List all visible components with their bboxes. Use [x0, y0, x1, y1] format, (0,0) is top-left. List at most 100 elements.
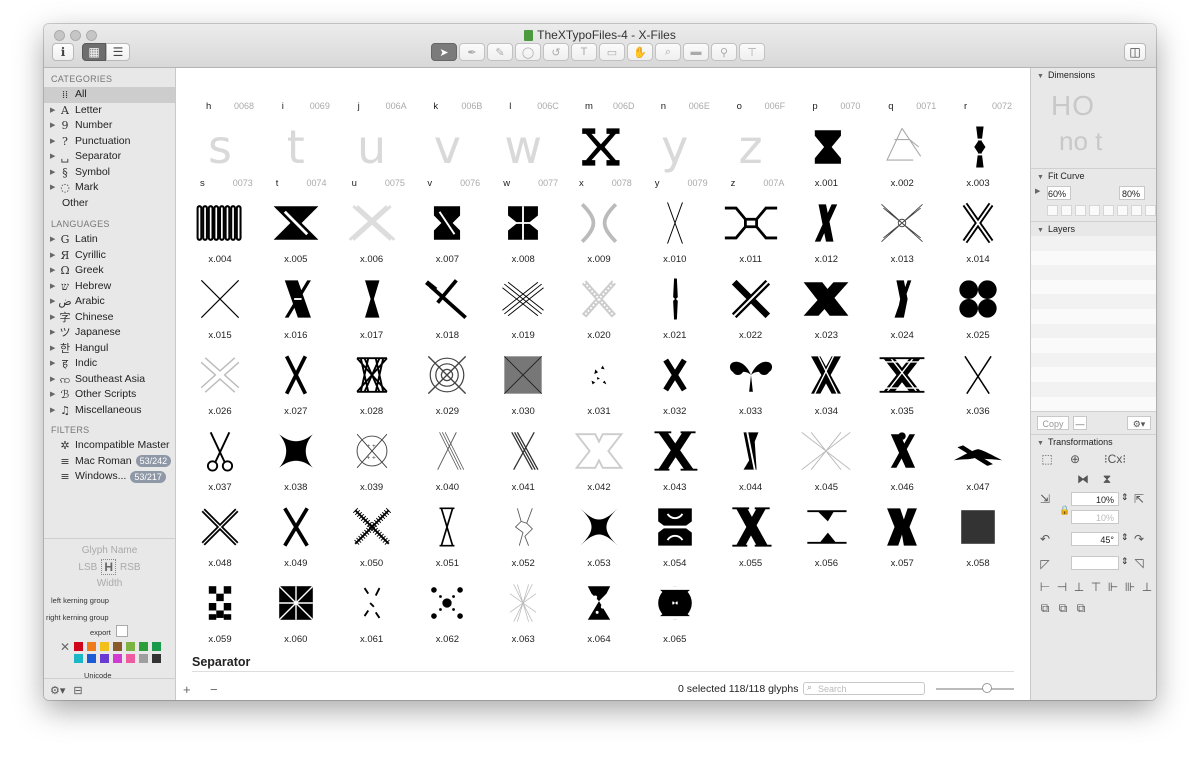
hand-tool[interactable]: ✋ — [627, 43, 653, 61]
glyph-name-label[interactable]: o — [737, 101, 742, 112]
glyph-cell[interactable]: x.010 — [637, 194, 713, 270]
scale-down-icon[interactable]: ⇲ — [1037, 491, 1053, 507]
glyph-cell[interactable]: x.034 — [788, 346, 864, 422]
width-field[interactable]: Width — [44, 578, 175, 589]
glyph-cell[interactable]: y y 0079 — [637, 118, 713, 194]
glyph-cell[interactable]: x.002 — [864, 118, 940, 194]
sidebar-item-indic[interactable]: ▶ ह Indic — [44, 356, 175, 372]
glyph-cell[interactable]: x.048 — [182, 498, 258, 574]
sidebar-item-number[interactable]: ▶ 9 Number — [44, 118, 175, 134]
sidebar-item-separator[interactable]: ▶ ␣ Separator — [44, 149, 175, 165]
glyph-cell[interactable]: x.029 — [409, 346, 485, 422]
glyph-cell[interactable]: x.023 — [788, 270, 864, 346]
glyph-cell[interactable]: x.028 — [334, 346, 410, 422]
color-swatch[interactable] — [152, 654, 161, 663]
color-swatch[interactable] — [113, 654, 122, 663]
glyph-cell[interactable]: x.009 — [561, 194, 637, 270]
color-swatch[interactable] — [100, 642, 109, 651]
rotate-cw-icon[interactable]: ↷ — [1131, 531, 1147, 547]
align-left-icon[interactable]: ⊢ — [1037, 579, 1053, 595]
glyph-cell[interactable]: u u 0075 — [334, 118, 410, 194]
sidebar-item-hangul[interactable]: ▶ 한 Hangul — [44, 341, 175, 357]
glyph-cell[interactable]: x.031 — [561, 346, 637, 422]
sidebar-item-letter[interactable]: ▶ A Letter — [44, 103, 175, 119]
disclosure-icon[interactable]: ▶ — [50, 356, 58, 372]
left-kerning-group-field[interactable]: left kerning group — [51, 596, 109, 605]
color-swatch[interactable] — [100, 654, 109, 663]
disclosure-icon[interactable]: ▶ — [50, 387, 58, 403]
sidebar-item-incompatible-master[interactable]: ✲ Incompatible Master — [44, 438, 175, 454]
add-glyph-button[interactable]: + — [183, 682, 203, 697]
glyph-name-label[interactable]: m — [585, 101, 593, 112]
rotate-ccw-icon[interactable]: ↶ — [1037, 531, 1053, 547]
glyph-cell[interactable]: x.021 — [637, 270, 713, 346]
fit-step[interactable] — [1117, 205, 1128, 216]
color-swatch[interactable] — [74, 642, 83, 651]
glyph-name-label[interactable]: q — [888, 101, 893, 112]
export-checkbox[interactable] — [116, 625, 128, 637]
sidebar-item-punctuation[interactable]: ▶? Punctuation — [44, 134, 175, 150]
glyph-cell[interactable]: x.043 — [637, 422, 713, 498]
sidebar-item-japanese[interactable]: ▶ ツ Japanese — [44, 325, 175, 341]
disclosure-icon[interactable]: ▶ — [50, 325, 58, 341]
glyph-cell[interactable]: t t 0074 — [258, 118, 334, 194]
sidebar-item-other-scripts[interactable]: ▶ ℬ Other Scripts — [44, 387, 175, 403]
shape-tool[interactable]: ◯ — [515, 43, 541, 61]
fit-curve-header[interactable]: ▼ Fit Curve — [1031, 168, 1156, 183]
glyph-cell[interactable]: x.050 — [334, 498, 410, 574]
disclosure-icon[interactable]: ▶ — [50, 310, 58, 326]
glyph-cell[interactable]: x.033 — [713, 346, 789, 422]
fit-step[interactable] — [1075, 205, 1086, 216]
color-swatch[interactable] — [139, 642, 148, 651]
glyph-cell[interactable]: x.005 — [258, 194, 334, 270]
glyph-cell[interactable]: x.045 — [788, 422, 864, 498]
glyph-cell[interactable]: x.063 — [485, 574, 561, 650]
glyph-name-label[interactable]: n — [661, 101, 666, 112]
fit-step[interactable] — [1145, 205, 1156, 216]
disclosure-icon[interactable]: ▶ — [50, 180, 58, 196]
slant-stepper[interactable]: ⇕ — [1121, 556, 1129, 567]
glyph-cell[interactable]: x.020 — [561, 270, 637, 346]
glyph-cell[interactable]: x.056 — [788, 498, 864, 574]
glyph-cell[interactable]: x.019 — [485, 270, 561, 346]
fit-curve-max[interactable]: 80% — [1119, 186, 1145, 200]
sidebar-item-windows[interactable]: ≡ Windows... 53/217 — [44, 469, 175, 485]
glyph-name-label[interactable]: h — [206, 101, 211, 112]
sidebar-item-chinese[interactable]: ▶ 字 Chinese — [44, 310, 175, 326]
search-input[interactable]: Search — [803, 682, 925, 695]
glyph-name-label[interactable]: l — [509, 101, 511, 112]
glyph-cell[interactable]: x.027 — [258, 346, 334, 422]
disclosure-icon[interactable]: ▶ — [50, 403, 58, 419]
transformations-header[interactable]: ▼ Transformations — [1031, 434, 1156, 449]
glyph-cell[interactable]: x.001 — [788, 118, 864, 194]
glyph-cell[interactable]: x.036 — [940, 346, 1016, 422]
sidebar-item-latin[interactable]: ▶ G Latin — [44, 232, 175, 248]
glyph-cell[interactable]: x.022 — [713, 270, 789, 346]
anchor-tool[interactable]: ⚲ — [711, 43, 737, 61]
glyph-cell[interactable]: x.038 — [258, 422, 334, 498]
subtract-icon[interactable]: ⧉ — [1055, 600, 1071, 616]
glyph-cell[interactable]: v v 0076 — [409, 118, 485, 194]
color-swatch[interactable] — [139, 654, 148, 663]
fit-step[interactable] — [1061, 205, 1072, 216]
rotate-stepper[interactable]: ⇕ — [1121, 532, 1129, 543]
sidebar-item-hebrew[interactable]: ▶ ש Hebrew — [44, 279, 175, 295]
disclosure-icon[interactable]: ▶ — [50, 279, 58, 295]
add-filter-icon[interactable]: ⊟ — [73, 684, 82, 697]
dimensions-header[interactable]: ▼ Dimensions — [1031, 68, 1156, 82]
scale-input-vertical[interactable]: 10% — [1071, 510, 1119, 524]
align-middle-icon[interactable]: ⊩ — [1105, 579, 1121, 595]
sidebar-item-mac-roman[interactable]: ≡ Mac Roman 53/242 — [44, 454, 175, 470]
scale-stepper[interactable]: ⇕ — [1121, 492, 1129, 503]
glyph-cell[interactable]: x.055 — [713, 498, 789, 574]
gear-icon[interactable]: ⚙▾ — [50, 684, 65, 697]
slant-left-icon[interactable]: ◸ — [1037, 556, 1053, 572]
copy-layer-button[interactable]: Copy — [1037, 416, 1069, 430]
glyph-cell[interactable]: x.047 — [940, 422, 1016, 498]
measure-tool[interactable]: ▬ — [683, 43, 709, 61]
glyph-cell[interactable]: z z 007A — [713, 118, 789, 194]
layers-header[interactable]: ▼ Layers — [1031, 221, 1156, 236]
align-right-icon[interactable]: ⊥ — [1071, 579, 1087, 595]
disclosure-icon[interactable]: ▶ — [50, 103, 58, 119]
bounding-box-icon[interactable]: ⬚ — [1039, 451, 1055, 467]
